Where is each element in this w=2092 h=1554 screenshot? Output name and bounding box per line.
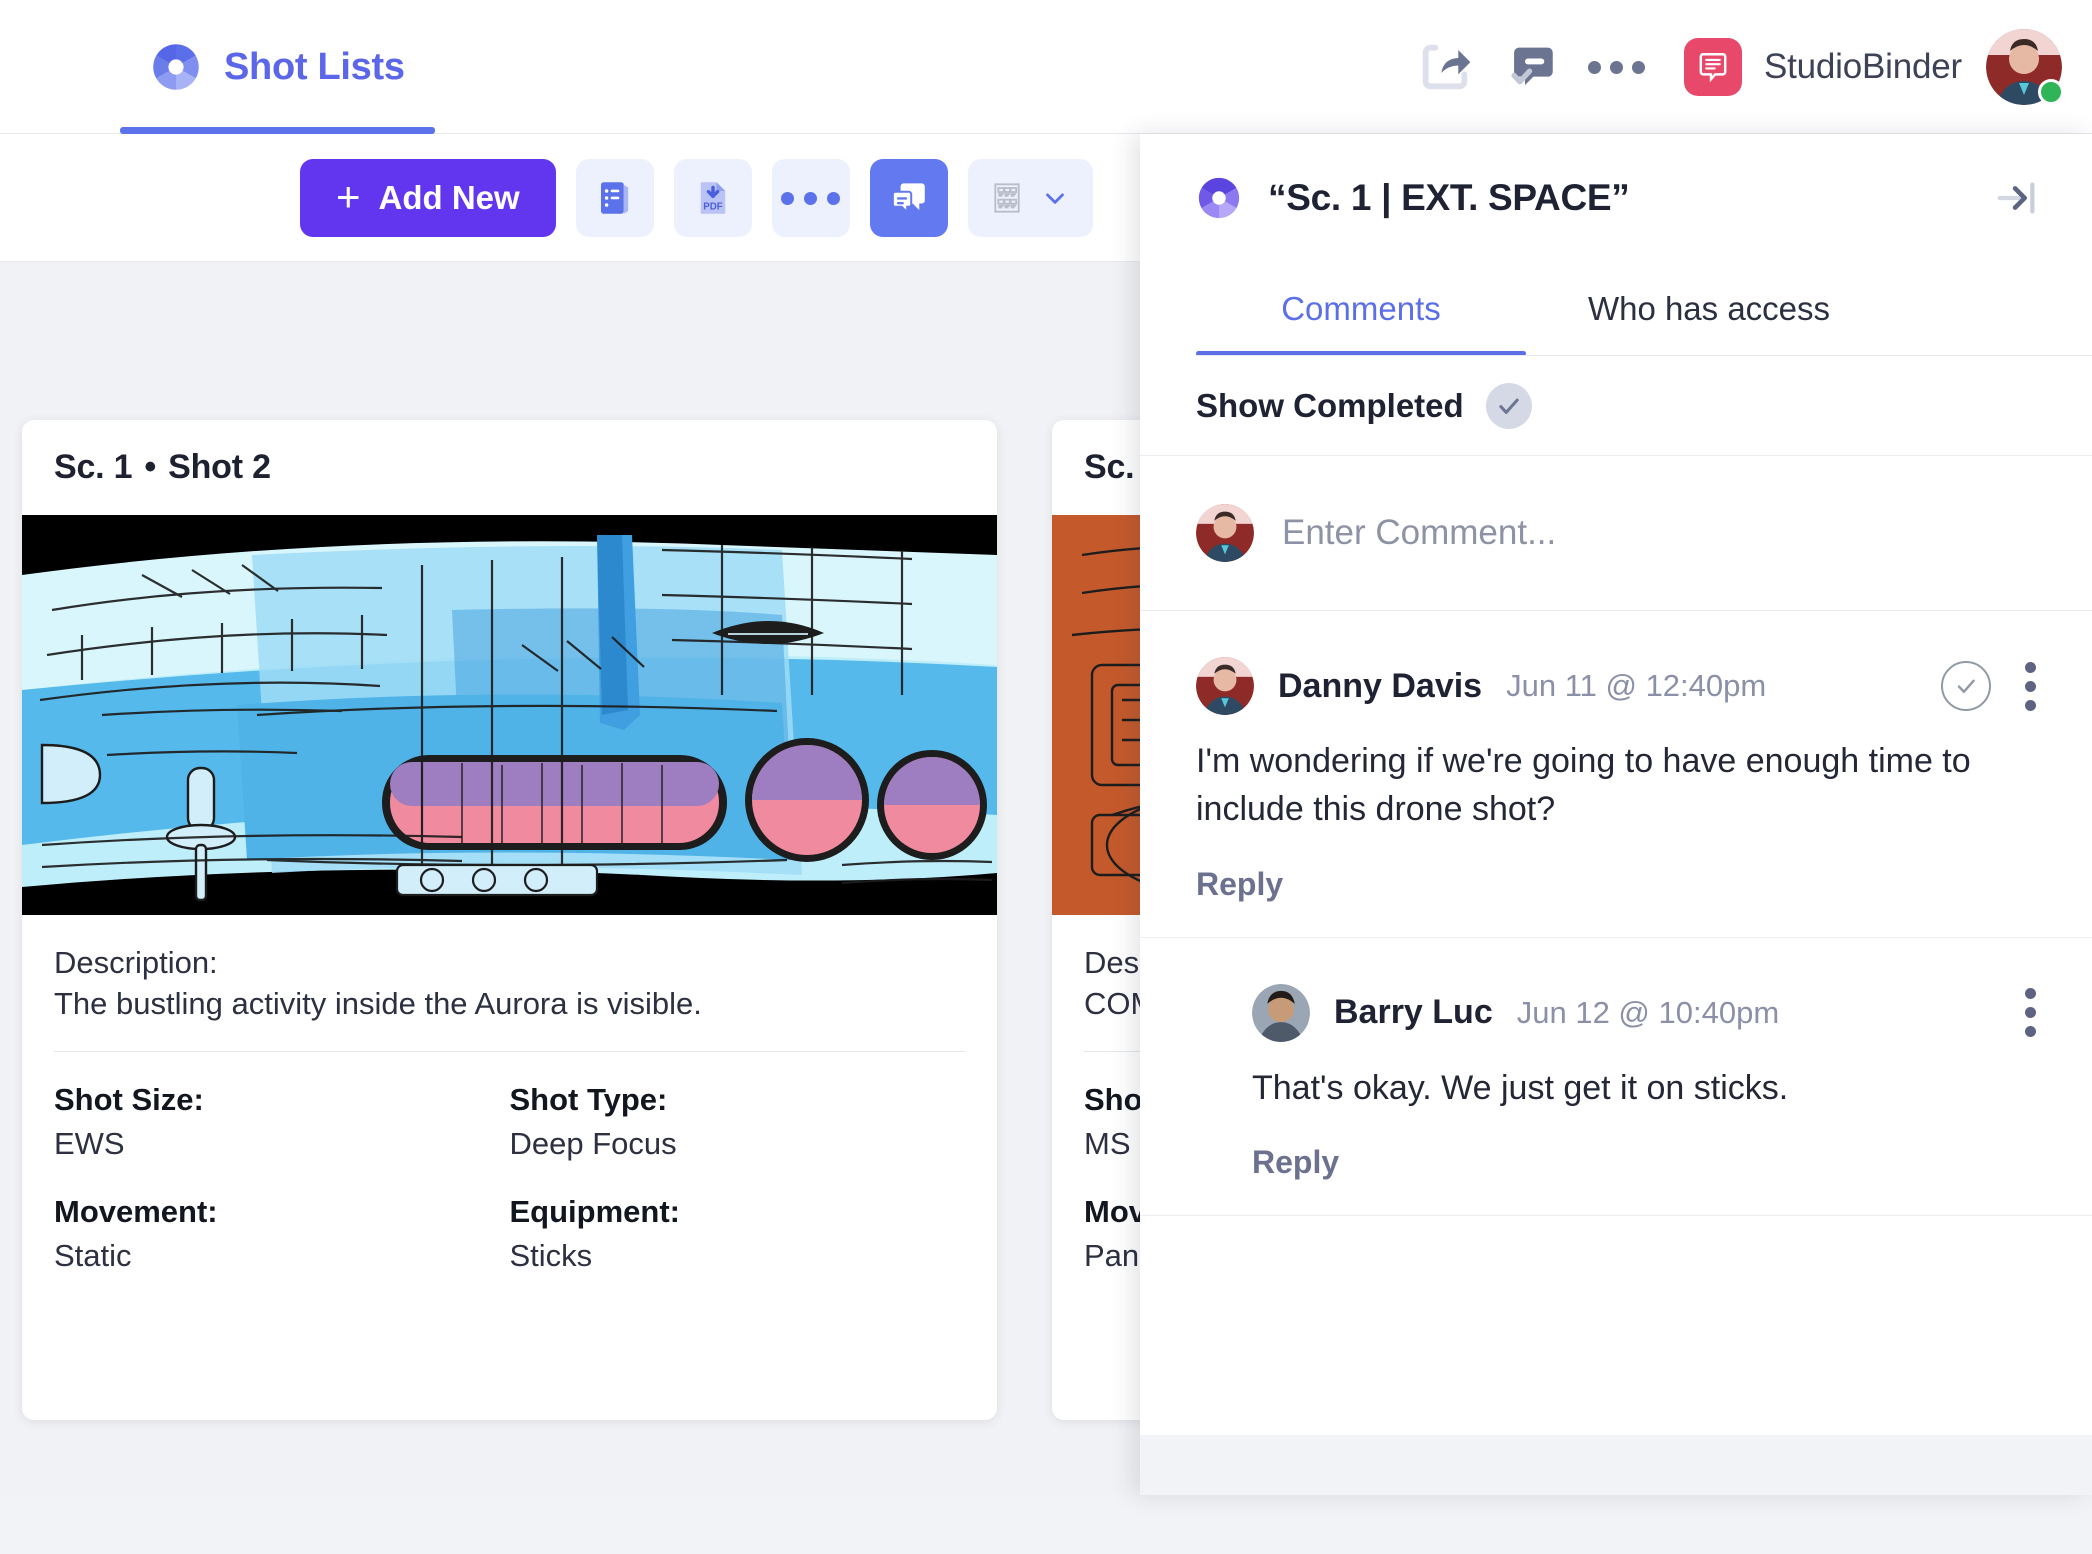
comment-author: Danny Davis [1278, 666, 1483, 705]
aperture-icon [1196, 175, 1242, 221]
storyboard-image-spaceship[interactable] [22, 515, 997, 915]
comment-actions [1941, 658, 2040, 715]
description-text: The bustling activity inside the Aurora … [54, 985, 702, 1021]
tab-comments[interactable]: Comments [1196, 262, 1526, 356]
shot-card-separator: • [144, 448, 157, 486]
studiobinder-chat-icon [1683, 38, 1742, 96]
more-options-button[interactable] [771, 159, 850, 237]
status-online-indicator [2038, 79, 2064, 105]
meta-key: Movement: [54, 1193, 218, 1229]
chevron-down-icon [1046, 193, 1065, 204]
panel-footer [1140, 1435, 2092, 1495]
tab-shot-lists[interactable]: Shot Lists [120, 0, 435, 134]
plus-icon: + [336, 172, 361, 220]
show-completed-label: Show Completed [1196, 386, 1464, 424]
comment-body: I'm wondering if we're going to have eno… [1196, 742, 1971, 829]
comments-toggle-button[interactable] [869, 159, 948, 237]
meta-key: Equipment: [509, 1193, 681, 1229]
add-new-label: Add New [378, 179, 520, 216]
studiobinder-logo[interactable]: StudioBinder [1683, 38, 1962, 96]
meta-value: Deep Focus [509, 1125, 677, 1161]
header-actions: StudioBinder [1402, 0, 2064, 134]
shot-card-body: Description: The bustling activity insid… [22, 915, 997, 1274]
meta-field-movement: Movement: Static [54, 1194, 510, 1274]
meta-value: Sticks [509, 1237, 593, 1273]
app-root: Shot Lists StudioBinder + Add New PDF Sc… [0, 0, 2092, 1554]
comment-actions [2021, 984, 2040, 1041]
tab-who-has-access[interactable]: Who has access [1544, 262, 1874, 356]
panel-tabs: Comments Who has access [1140, 262, 2092, 356]
kebab-menu-icon[interactable] [2021, 984, 2040, 1041]
avatar[interactable] [1986, 29, 2064, 105]
collapse-panel-right-icon[interactable] [1994, 175, 2040, 221]
aperture-icon [150, 41, 202, 93]
comment-timestamp: Jun 11 @ 12:40pm [1506, 668, 1767, 703]
layout-select-button[interactable] [967, 159, 1093, 237]
check-icon[interactable] [1485, 382, 1532, 429]
meta-key: Shot Size: [54, 1081, 204, 1117]
comment-input[interactable] [1282, 513, 2036, 553]
tab-who-has-access-label: Who has access [1587, 290, 1831, 327]
list-view-icon[interactable] [575, 159, 654, 237]
comment-body: That's okay. We just get it on sticks. [1252, 1068, 1789, 1107]
panel-title: “Sc. 1 | EXT. SPACE” [1268, 177, 1630, 218]
comment-header: Barry Luc Jun 12 @ 10:40pm [1252, 983, 2040, 1042]
comments-panel: “Sc. 1 | EXT. SPACE” Comments Who has ac… [1140, 134, 2092, 1495]
meta-value: EWS [54, 1125, 125, 1161]
meta-key: Shot Type: [509, 1081, 668, 1117]
check-circle-icon[interactable] [1941, 661, 1991, 711]
description-label: Description: [54, 945, 218, 980]
shot-card-shot: Shot 2 [168, 448, 271, 486]
meta-field-equipment: Equipment: Sticks [510, 1194, 966, 1274]
top-header-bar: Shot Lists StudioBinder [0, 0, 2092, 134]
comment-thread-list: Danny Davis Jun 11 @ 12:40pm I'm wonderi… [1140, 611, 2092, 1435]
tab-comments-label: Comments [1281, 290, 1441, 327]
bottom-strip [0, 1495, 2092, 1554]
more-horizontal-icon[interactable] [1574, 24, 1660, 110]
meta-field-shot-size: Shot Size: EWS [54, 1082, 510, 1162]
svg-text:PDF: PDF [703, 201, 723, 212]
meta-field-shot-type: Shot Type: Deep Focus [510, 1082, 966, 1162]
studiobinder-label: StudioBinder [1763, 47, 1962, 86]
tab-active-indicator [120, 127, 435, 134]
comment-item: Danny Davis Jun 11 @ 12:40pm I'm wonderi… [1140, 611, 2092, 938]
shot-card-scene: Sc. 1 [54, 448, 133, 486]
shot-card-title: Sc. 1 • Shot 2 [22, 420, 997, 515]
meta-value: Static [54, 1237, 132, 1273]
reply-link[interactable]: Reply [1252, 1144, 1339, 1181]
danny-avatar [1196, 657, 1254, 715]
shot-meta-grid: Shot Size: EWS Shot Type: Deep Focus Mov… [54, 1082, 965, 1274]
comment-item: Barry Luc Jun 12 @ 10:40pm That's okay. … [1140, 938, 2092, 1216]
show-completed-row[interactable]: Show Completed [1140, 356, 2092, 456]
shot-card[interactable]: Sc. 1 • Shot 2 Description: The bustling… [22, 420, 997, 1420]
feedback-approve-icon[interactable] [1488, 24, 1574, 110]
shot-card-scene: Sc. [1084, 448, 1135, 486]
reply-link[interactable]: Reply [1196, 866, 1283, 903]
comment-timestamp: Jun 12 @ 10:40pm [1516, 994, 1780, 1030]
more-horizontal-icon [781, 191, 841, 205]
comment-author: Barry Luc [1334, 993, 1493, 1032]
user-avatar [1196, 504, 1254, 562]
comment-composer[interactable] [1140, 456, 2092, 611]
tab-shot-lists-label: Shot Lists [224, 45, 405, 88]
card-divider [54, 1050, 965, 1052]
add-new-button[interactable]: + Add New [300, 159, 556, 237]
more-dots [1588, 60, 1646, 74]
share-icon[interactable] [1402, 24, 1488, 110]
kebab-menu-icon[interactable] [2021, 658, 2040, 715]
comment-header: Danny Davis Jun 11 @ 12:40pm [1196, 657, 2040, 715]
barry-avatar [1252, 983, 1310, 1042]
pdf-download-icon[interactable]: PDF [673, 159, 752, 237]
comments-panel-header: “Sc. 1 | EXT. SPACE” [1140, 134, 2092, 262]
